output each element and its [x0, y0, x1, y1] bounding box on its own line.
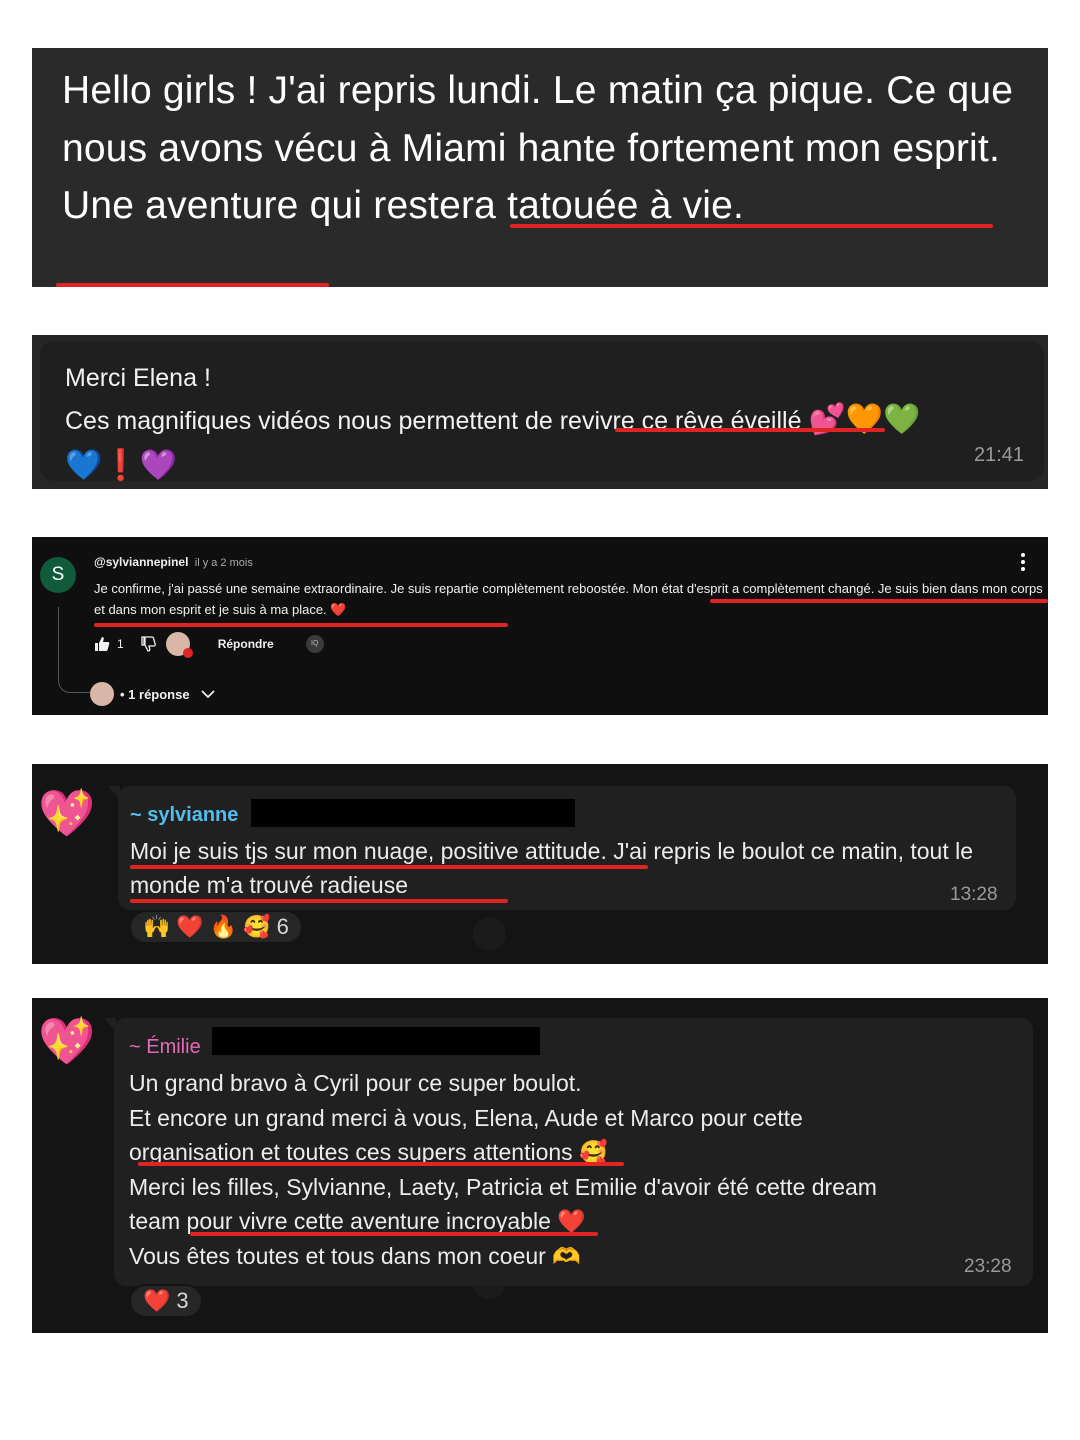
like-count: 1	[117, 637, 124, 651]
redacted-surname	[251, 799, 575, 827]
thumbs-up-icon[interactable]	[94, 636, 110, 652]
emoji-line: 💙❗💜	[65, 449, 178, 482]
reaction-count: 3	[176, 1288, 189, 1313]
replies-label: • 1 réponse	[120, 686, 190, 702]
youtube-comment-card: S @sylviannepinel il y a 2 mois Je confi…	[32, 537, 1048, 715]
message-line: Vous êtes toutes et tous dans mon coeur …	[129, 1242, 581, 1269]
highlight-underline	[190, 1232, 598, 1236]
testimonial-card-2: Merci Elena ! Ces magnifiques vidéos nou…	[32, 335, 1048, 489]
highlight-underline	[510, 224, 993, 228]
highlight-underline	[94, 623, 508, 627]
highlight-underline	[130, 865, 648, 869]
highlight-underline	[56, 283, 329, 287]
reactions-pill[interactable]: ❤️ 3	[129, 1284, 203, 1318]
highlight-underline	[138, 1162, 624, 1166]
reply-avatar	[90, 682, 114, 706]
reaction-emoji: 🙌	[143, 914, 171, 939]
message-text: Merci Elena ! Ces magnifiques vidéos nou…	[65, 359, 1035, 489]
replies-toggle[interactable]: • 1 réponse	[90, 682, 216, 706]
message-text: Hello girls ! J'ai repris lundi. Le mati…	[62, 69, 1014, 227]
reply-button[interactable]: Répondre	[218, 637, 274, 651]
message-timestamp: 23:28	[964, 1256, 1012, 1277]
message-timestamp: 13:28	[950, 884, 998, 905]
highlight-underline	[130, 899, 508, 903]
extension-badge[interactable]: IQ	[305, 635, 324, 653]
message-line: Un grand bravo à Cyril pour ce super bou…	[129, 1070, 582, 1096]
testimonial-card-1: Hello girls ! J'ai repris lundi. Le mati…	[32, 48, 1048, 287]
comment-actions: 1 Répondre IQ	[94, 632, 324, 658]
message-text: Un grand bravo à Cyril pour ce super bou…	[129, 1066, 1019, 1273]
thumbs-down-icon[interactable]	[140, 636, 156, 652]
sparkling-heart-avatar: 💖	[38, 787, 96, 839]
message-line: Merci Elena !	[65, 364, 211, 392]
sender-name[interactable]: ~ Émilie	[129, 1036, 201, 1059]
chevron-down-icon	[200, 690, 215, 699]
comment-header: @sylviannepinel il y a 2 mois	[94, 555, 253, 569]
reaction-emoji: 🔥	[209, 914, 238, 939]
thread-line	[58, 607, 90, 693]
message-bubble: Merci Elena ! Ces magnifiques vidéos nou…	[40, 341, 1044, 482]
reaction-emoji: 🥰	[243, 914, 271, 939]
whatsapp-message-card-1: 💖 ~ sylvianne Moi je suis tjs sur mon nu…	[32, 764, 1048, 964]
avatar[interactable]: S	[40, 557, 76, 593]
redacted-surname	[212, 1027, 540, 1055]
reaction-emoji: ❤️	[143, 1288, 171, 1313]
highlight-underline	[615, 428, 885, 432]
reactions-pill[interactable]: 🙌 ❤️ 🔥 🥰 6	[129, 910, 303, 944]
more-options-icon[interactable]	[1020, 553, 1026, 571]
reaction-count: 6	[276, 914, 289, 939]
sparkling-heart-avatar: 💖	[38, 1015, 96, 1067]
comment-date: il y a 2 mois	[194, 557, 253, 569]
sender-name[interactable]: ~ sylvianne	[130, 804, 238, 827]
creator-heart-avatar	[165, 632, 193, 658]
comment-author[interactable]: @sylviannepinel	[94, 555, 188, 569]
reaction-emoji: ❤️	[176, 914, 204, 939]
message-line: Et encore un grand merci à vous, Elena, …	[129, 1104, 803, 1131]
message-line: Ces magnifiques vidéos nous permettent d…	[65, 397, 1035, 443]
heart-emoji: ❤️	[330, 602, 347, 617]
message-timestamp: 21:41	[973, 444, 1024, 466]
whatsapp-message-card-2: 💖 ~ Émilie Un grand bravo à Cyril pour c…	[32, 998, 1048, 1333]
highlight-underline	[710, 599, 1048, 603]
message-line: Merci les filles, Sylvianne, Laety, Patr…	[129, 1173, 877, 1200]
